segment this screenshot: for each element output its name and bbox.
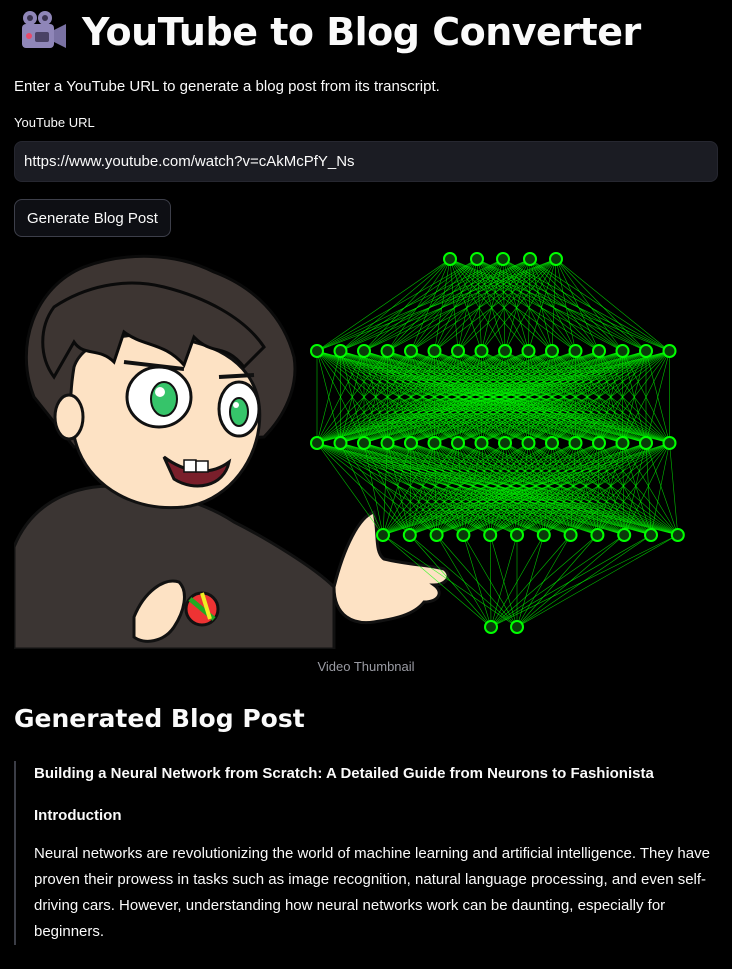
generate-blog-post-button[interactable]: Generate Blog Post [14, 199, 171, 237]
blog-post-content: Building a Neural Network from Scratch: … [14, 761, 718, 945]
network-node [639, 344, 653, 358]
network-node [357, 436, 371, 450]
network-node [402, 528, 417, 542]
network-node [456, 528, 471, 542]
network-node [644, 528, 658, 542]
network-node [545, 436, 559, 450]
network-node [510, 620, 524, 634]
title-row: YouTube to Blog Converter [20, 0, 718, 64]
network-node [310, 344, 324, 358]
network-node [484, 620, 498, 634]
network-node [310, 436, 324, 450]
network-node [498, 344, 512, 358]
network-node [563, 528, 578, 542]
network-node [639, 436, 653, 450]
network-node [443, 252, 457, 266]
blog-paragraph: Neural networks are revolutionizing the … [34, 845, 710, 940]
page-subtitle: Enter a YouTube URL to generate a blog p… [14, 78, 440, 95]
network-node [590, 528, 605, 542]
network-node [333, 436, 348, 450]
network-node [483, 528, 498, 542]
network-node [427, 344, 442, 358]
youtube-url-input[interactable] [14, 141, 718, 182]
app-container: YouTube to Blog Converter Enter a YouTub… [0, 0, 732, 969]
network-node [470, 252, 484, 266]
video-thumbnail [14, 247, 718, 649]
thumbnail-caption: Video Thumbnail [317, 659, 415, 674]
network-node [451, 344, 465, 358]
network-node [615, 436, 630, 450]
network-node [376, 528, 390, 542]
network-node [615, 344, 630, 358]
network-node [523, 252, 537, 266]
network-node [429, 528, 444, 542]
network-node [521, 436, 536, 450]
network-node [545, 344, 559, 358]
url-field-label: YouTube URL [14, 115, 95, 130]
network-node [662, 344, 677, 358]
network-node [427, 436, 442, 450]
network-node [568, 436, 583, 450]
network-node [568, 344, 583, 358]
network-node [380, 344, 395, 358]
network-node [617, 528, 632, 542]
network-node [662, 436, 677, 450]
network-node [357, 344, 371, 358]
blog-post-title: Building a Neural Network from Scratch: … [34, 765, 654, 782]
network-node [496, 252, 510, 266]
network-node [536, 528, 551, 542]
movie-camera-icon [22, 11, 66, 48]
network-node [592, 436, 606, 450]
network-node [380, 436, 395, 450]
network-node [592, 344, 606, 358]
network-node [670, 528, 685, 542]
network-node [474, 436, 489, 450]
generated-post-heading: Generated Blog Post [14, 704, 305, 733]
network-node [521, 344, 536, 358]
blog-section-heading: Introduction [34, 807, 122, 824]
page-title: YouTube to Blog Converter [82, 10, 641, 54]
network-node [451, 436, 465, 450]
network-node [549, 252, 563, 266]
network-node [404, 436, 418, 450]
network-node [474, 344, 489, 358]
network-node [498, 436, 512, 450]
network-node [404, 344, 418, 358]
network-node [510, 528, 524, 542]
network-node [333, 344, 348, 358]
